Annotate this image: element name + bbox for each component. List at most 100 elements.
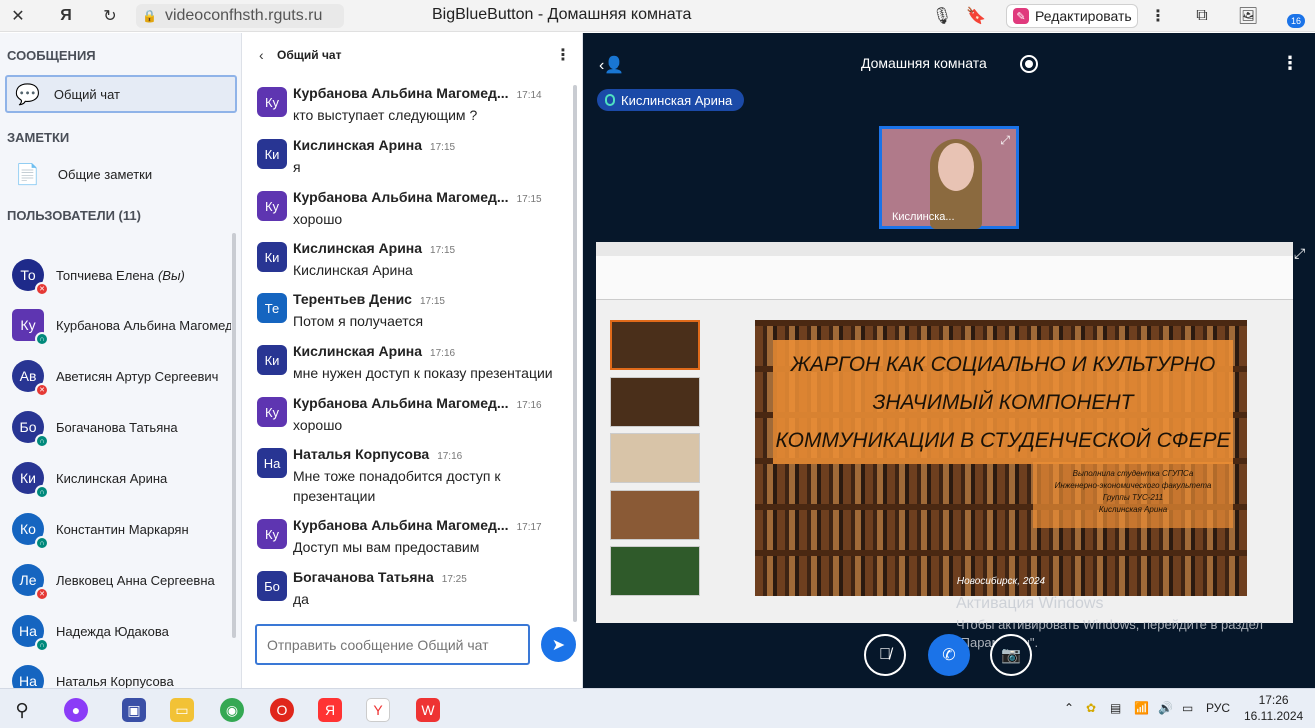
user-list-item[interactable]: Ко ∩ Константин Маркарян [12, 509, 237, 550]
clock-time: 17:26 [1258, 693, 1289, 707]
message-text: Кислинская Арина [293, 262, 413, 278]
page-title: BigBlueButton - Домашняя комната [432, 6, 692, 23]
save-app-icon[interactable]: ▣ [122, 698, 146, 722]
fullscreen-icon[interactable]: ⤢ [1000, 133, 1010, 148]
close-tab-icon[interactable]: ✕ [8, 6, 28, 26]
user-name-text: Надежда Юдакова [56, 623, 169, 639]
sender-name: Кислинская Арина [293, 240, 423, 256]
avatar: На [257, 448, 287, 478]
slide-subtitle-line: Выполнила студентка СГУПСа [1072, 469, 1194, 478]
avatar: Ки [257, 242, 287, 272]
chrome-icon[interactable]: ◉ [220, 698, 244, 722]
user-name-text: Левковец Анна Сергеевна [56, 572, 215, 588]
user-list-item[interactable]: То ✕ Топчиева Елена (Вы) [12, 255, 237, 296]
yandex-browser-icon[interactable]: Я [318, 698, 342, 722]
slide-subtitle: Выполнила студентка СГУПСа Инженерно-эко… [1033, 468, 1233, 516]
avatar-initials: Ки [20, 470, 36, 486]
bookmark-icon[interactable]: 🔖 [966, 6, 986, 26]
chat-title[interactable]: Общий чат [277, 48, 341, 62]
message-time: 17:17 [516, 522, 542, 533]
webcam-face [938, 143, 974, 191]
message-time: 17:16 [516, 400, 542, 411]
users-scrollbar[interactable] [232, 233, 236, 638]
collections-icon[interactable]: ⧉ [1192, 6, 1212, 26]
chevron-left-icon[interactable]: ‹ [259, 47, 264, 63]
chat-options-icon[interactable]: ⋮ [555, 45, 571, 65]
more-icon[interactable]: ⋮ [1148, 6, 1168, 26]
battery-icon[interactable]: ▭ [1182, 701, 1193, 715]
chevron-up-icon[interactable]: ⌃ [1064, 701, 1074, 715]
avatar-initials: На [19, 673, 37, 689]
microphone-icon[interactable]: 🎙 [932, 6, 952, 26]
webcam-video[interactable]: Кислинска... ⤢ [879, 126, 1019, 229]
slide-title-line: ЗНАЧИМЫЙ КОМПОНЕНТ [872, 391, 1134, 414]
tray-icon[interactable]: ▤ [1110, 701, 1121, 715]
windows-taskbar: ⚲ ● ▣ ▭ ◉ O Я Y W ⌃ ✿ ▤ 📶 🔊 ▭ РУС 17:26 … [0, 688, 1315, 728]
clock-date: 16.11.2024 [1244, 709, 1304, 723]
avatar: Ку [257, 397, 287, 427]
leave-audio-button[interactable]: ✆ [928, 634, 970, 676]
room-title: Домашняя комната [861, 55, 987, 71]
avatar: Ки [257, 139, 287, 169]
file-explorer-icon[interactable]: ▭ [170, 698, 194, 722]
record-icon[interactable] [1020, 55, 1038, 73]
screenshare-fullscreen-icon[interactable]: ⤢ [1294, 245, 1305, 262]
message-sender: Кислинская Арина 17:15 [293, 137, 455, 153]
avatar-initials: Ле [19, 572, 37, 588]
avatar-initials: Ав [19, 368, 37, 384]
self-indicator: (Вы) [157, 267, 185, 283]
user-list-toggle-icon[interactable]: ‹👤 [599, 55, 624, 75]
yandex-active-icon[interactable]: Y [366, 698, 390, 722]
address-bar[interactable]: 🔒 videoconfhsth.rguts.ru [136, 4, 344, 28]
volume-icon[interactable]: 🔊 [1158, 701, 1173, 715]
user-list-item[interactable]: Ки ∩ Кислинская Арина [12, 458, 237, 499]
mute-button[interactable]: 🎙̸ [864, 634, 906, 676]
send-button[interactable]: ➤ [541, 627, 576, 662]
screenshare: ЖАРГОН КАК СОЦИАЛЬНО И КУЛЬТУРНО ЗНАЧИМЫ… [596, 242, 1293, 623]
document-icon: 📄 [15, 163, 40, 186]
user-list-item[interactable]: Ле ✕ Левковец Анна Сергеевна [12, 560, 237, 601]
user-list-item[interactable]: На ∩ Надежда Юдакова [12, 611, 237, 652]
message-sender: Курбанова Альбина Магомед... 17:16 [293, 395, 542, 411]
webcam-button[interactable]: 📷 [990, 634, 1032, 676]
user-name: Кислинская Арина [56, 471, 231, 486]
avatar-initials: На [19, 623, 37, 639]
user-list-item[interactable]: Ав ✕ Аветисян Артур Сергеевич [12, 356, 237, 397]
wps-icon[interactable]: W [416, 698, 440, 722]
language-indicator[interactable]: РУС [1206, 701, 1230, 715]
user-list-item[interactable]: Ку∩ Курбанова Альбина Магомедовна [12, 305, 237, 346]
message-time: 17:16 [430, 348, 456, 359]
message-sender: Курбанова Альбина Магомед... 17:14 [293, 85, 542, 101]
message-sender: Кислинская Арина 17:15 [293, 240, 455, 256]
notes-section-title: ЗАМЕТКИ [7, 130, 70, 145]
message-text: мне нужен доступ к показу презентации [293, 365, 553, 381]
users-section-title: ПОЛЬЗОВАТЕЛИ (11) [7, 208, 141, 223]
user-name: Надежда Юдакова [56, 624, 231, 639]
chat-message-input[interactable] [255, 624, 530, 665]
app-tray-icon[interactable]: ✿ [1086, 701, 1096, 715]
extension-icon[interactable]: 🖼 [1238, 6, 1258, 26]
slide-thumbnail [610, 490, 700, 540]
shared-notes-item[interactable]: 📄 Общие заметки [5, 155, 237, 193]
public-chat-item[interactable]: 💬 Общий чат [5, 75, 237, 113]
message-text: кто выступает следующим ? [293, 107, 478, 123]
public-chat-label: Общий чат [53, 86, 120, 102]
opera-icon[interactable]: O [270, 698, 294, 722]
options-icon[interactable]: ⋮ [1281, 53, 1299, 74]
edit-button[interactable]: ✎ Редактировать [1006, 4, 1138, 28]
user-list-item[interactable]: Бо ∩ Богачанова Татьяна [12, 407, 237, 448]
avatar-initials: То [20, 267, 36, 283]
chat-scrollbar[interactable] [573, 85, 577, 622]
microphone-off-icon: 🎙̸ [879, 646, 891, 663]
message-sender: Богачанова Татьяна 17:25 [293, 569, 467, 585]
wifi-icon[interactable]: 📶 [1134, 701, 1149, 715]
search-icon[interactable]: ⚲ [10, 698, 34, 722]
alice-icon[interactable]: ● [64, 698, 88, 722]
slide-subtitle-line: Группы ТУС-211 [1102, 493, 1164, 502]
yandex-icon[interactable]: Я [56, 6, 76, 26]
microphone-muted-icon: ✕ [35, 282, 49, 296]
clock[interactable]: 17:26 16.11.2024 [1244, 692, 1303, 724]
reload-icon[interactable]: ↻ [100, 6, 120, 26]
pen-icon: ✎ [1013, 8, 1029, 24]
headphones-icon: ∩ [35, 536, 49, 550]
